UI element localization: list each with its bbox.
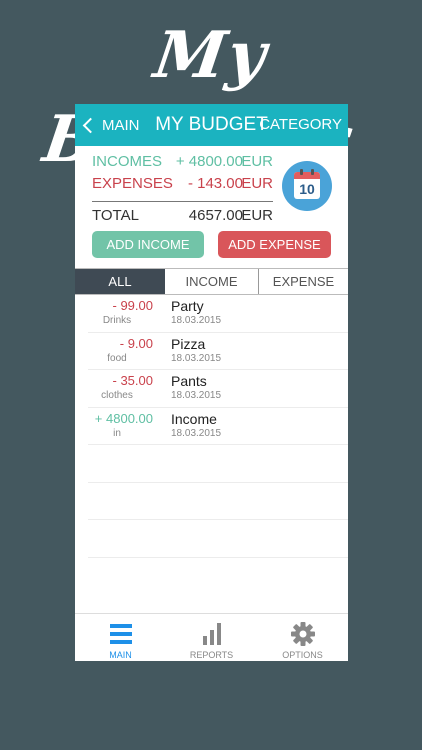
transaction-date: 18.03.2015	[171, 427, 222, 439]
calendar-icon: 10	[294, 169, 320, 199]
total-value: 4657.00	[188, 207, 243, 224]
back-label: MAIN	[102, 116, 140, 134]
tabbar-label: OPTIONS	[282, 650, 323, 660]
list-item[interactable]: - 99.00 Drinks Party 18.03.2015	[88, 295, 348, 333]
transaction-date: 18.03.2015	[171, 390, 222, 401]
list-item[interactable]: - 9.00 food Pizza 18.03.2015	[88, 333, 348, 370]
gear-icon	[291, 622, 315, 646]
tabbar-label: REPORTS	[189, 650, 234, 660]
menu-icon	[110, 624, 132, 644]
tab-all[interactable]: ALL	[75, 269, 165, 294]
bar-chart-icon	[203, 623, 221, 645]
incomes-label: INCOMES	[92, 153, 163, 170]
transaction-category: in	[113, 427, 121, 439]
transaction-amount: - 9.00	[119, 335, 153, 351]
back-button[interactable]: MAIN	[81, 104, 140, 146]
filter-tabs: ALL INCOME EXPENSE	[75, 268, 348, 295]
calendar-button[interactable]: 10	[282, 161, 332, 211]
tabbar-item-options[interactable]: OPTIONS	[257, 614, 348, 661]
empty-row	[88, 520, 348, 558]
chevron-left-icon	[82, 117, 99, 133]
phone-screen: MAIN MY BUDGET CATEGORY INCOMES + 4800.0…	[75, 104, 348, 661]
expenses-currency: EUR	[241, 175, 273, 192]
total-currency: EUR	[241, 207, 273, 224]
transaction-name: Income	[171, 410, 217, 427]
add-expense-button[interactable]: ADD EXPENSE	[218, 231, 331, 258]
total-row: TOTAL 4657.00 EUR	[92, 206, 273, 226]
summary-divider	[92, 201, 273, 202]
tab-expense[interactable]: EXPENSE	[259, 269, 348, 294]
transaction-category: Drinks	[102, 315, 132, 326]
transaction-list: - 99.00 Drinks Party 18.03.2015 - 9.00 f…	[75, 295, 348, 558]
tabbar-label: MAIN	[109, 650, 132, 660]
tabbar-item-main[interactable]: MAIN	[75, 614, 166, 661]
expenses-label: EXPENSES	[92, 175, 173, 192]
incomes-row: INCOMES + 4800.00 EUR	[92, 152, 273, 172]
budget-summary: INCOMES + 4800.00 EUR EXPENSES - 143.00 …	[75, 146, 348, 266]
app-banner-title: My Budgets	[39, 18, 360, 177]
list-item[interactable]: + 4800.00 in Income 18.03.2015	[88, 408, 348, 445]
expenses-value: - 143.00	[187, 175, 243, 192]
tabbar-item-reports[interactable]: REPORTS	[166, 614, 257, 661]
add-income-button[interactable]: ADD INCOME	[92, 231, 204, 258]
tab-income[interactable]: INCOME	[165, 269, 259, 294]
incomes-currency: EUR	[241, 153, 273, 170]
expenses-row: EXPENSES - 143.00 EUR	[92, 174, 273, 194]
empty-row	[88, 445, 348, 483]
transaction-date: 18.03.2015	[171, 315, 222, 326]
total-label: TOTAL	[92, 207, 139, 224]
transaction-name: Pizza	[171, 335, 206, 352]
transaction-amount: - 99.00	[112, 298, 153, 313]
transaction-name: Pants	[171, 373, 207, 389]
empty-row	[88, 483, 348, 520]
transaction-category: food	[107, 352, 127, 364]
bottom-tab-bar: MAIN REPORTS OPTIONS	[75, 613, 348, 661]
category-button[interactable]: CATEGORY	[259, 104, 342, 146]
calendar-day: 10	[299, 181, 315, 197]
transaction-date: 18.03.2015	[171, 352, 222, 364]
list-item[interactable]: - 35.00 clothes Pants 18.03.2015	[88, 370, 348, 408]
transaction-amount: - 35.00	[112, 373, 153, 388]
transaction-category: clothes	[101, 390, 133, 401]
navigation-bar: MAIN MY BUDGET CATEGORY	[75, 104, 348, 146]
incomes-value: + 4800.00	[175, 153, 243, 170]
transaction-amount: + 4800.00	[94, 410, 153, 426]
transaction-name: Party	[171, 298, 204, 314]
